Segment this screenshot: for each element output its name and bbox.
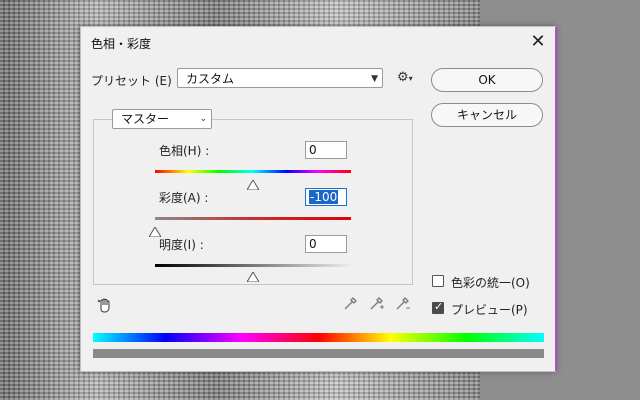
adjustment-group bbox=[93, 119, 413, 285]
hue-saturation-dialog: 色相・彩度 ✕ プリセット (E) : カスタム ▼ ⚙▾ OK キャンセル マ… bbox=[80, 26, 557, 372]
hue-slider-handle[interactable] bbox=[246, 175, 260, 191]
eyedropper-icon[interactable] bbox=[343, 295, 359, 315]
preview-label: プレビュー(P) bbox=[451, 303, 528, 317]
hue-slider-track[interactable] bbox=[155, 170, 351, 173]
preset-value: カスタム bbox=[186, 72, 235, 86]
channel-value: マスター bbox=[121, 112, 170, 126]
ok-button[interactable]: OK bbox=[431, 68, 543, 92]
saturation-label: 彩度(A) : bbox=[159, 191, 209, 205]
channel-dropdown[interactable]: マスター ⌄ bbox=[112, 109, 212, 129]
hue-label: 色相(H) : bbox=[159, 144, 210, 158]
saturation-input[interactable]: -100 bbox=[305, 188, 347, 206]
chevron-down-icon: ⌄ bbox=[199, 114, 207, 124]
targeted-adjustment-hand-icon[interactable] bbox=[97, 297, 113, 317]
preset-label: プリセット (E) : bbox=[91, 74, 180, 88]
chevron-down-icon: ▼ bbox=[371, 74, 378, 84]
saturation-value: -100 bbox=[309, 190, 339, 204]
colorize-label: 色彩の統一(O) bbox=[451, 276, 530, 290]
input-color-spectrum bbox=[93, 333, 544, 342]
lightness-label: 明度(I) : bbox=[159, 238, 204, 252]
eyedropper-plus-icon[interactable] bbox=[369, 295, 385, 315]
lightness-input[interactable]: 0 bbox=[305, 235, 347, 253]
cancel-button[interactable]: キャンセル bbox=[431, 103, 543, 127]
saturation-slider-track[interactable] bbox=[155, 217, 351, 220]
colorize-checkbox[interactable] bbox=[432, 275, 444, 287]
saturation-slider-handle[interactable] bbox=[148, 222, 162, 238]
dialog-title: 色相・彩度 bbox=[91, 37, 152, 51]
preset-dropdown[interactable]: カスタム ▼ bbox=[177, 68, 383, 88]
gear-icon[interactable]: ⚙▾ bbox=[397, 71, 413, 86]
close-icon[interactable]: ✕ bbox=[527, 31, 549, 53]
output-color-spectrum bbox=[93, 349, 544, 358]
eyedropper-minus-icon[interactable] bbox=[395, 295, 411, 315]
hue-input[interactable]: 0 bbox=[305, 141, 347, 159]
preview-checkbox[interactable] bbox=[432, 300, 444, 314]
lightness-slider-handle[interactable] bbox=[246, 267, 260, 283]
